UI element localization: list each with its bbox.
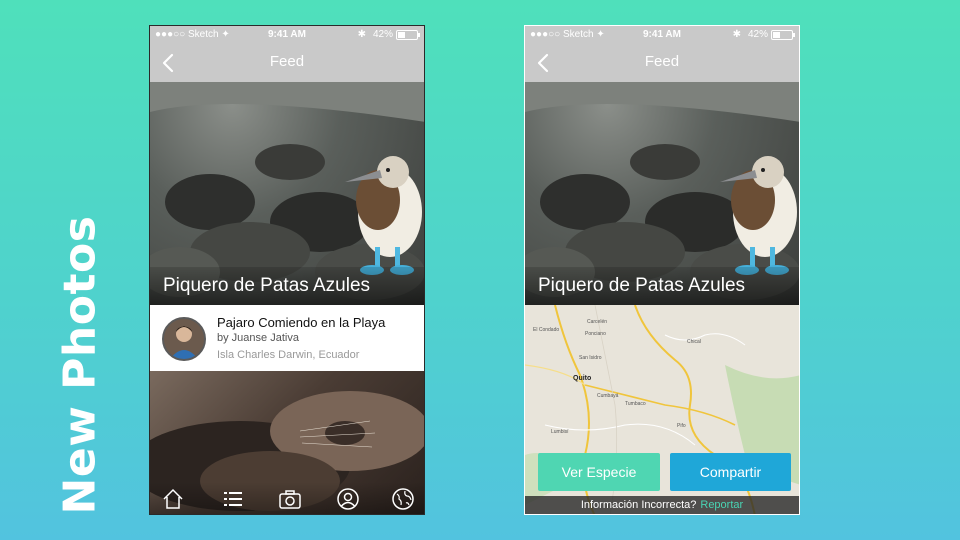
- map-label: San Isidro: [579, 355, 602, 361]
- phone-feed: ●●●○○ Sketch ✦ 9:41 AM ✱ 42% Feed Piquer…: [149, 25, 425, 515]
- status-bar: ●●●○○ Sketch ✦ 9:41 AM ✱ 42%: [525, 29, 799, 43]
- map-label: Lumbisí: [551, 429, 569, 435]
- camera-icon[interactable]: [278, 487, 302, 511]
- home-icon[interactable]: [161, 487, 185, 511]
- hero-caption-bar: Piquero de Patas Azules: [150, 267, 424, 305]
- sea-lion-photo[interactable]: [150, 371, 424, 514]
- side-title: New Photos: [54, 215, 106, 515]
- bluetooth-icon: ✱: [732, 29, 741, 40]
- profile-icon[interactable]: [336, 487, 360, 511]
- hero-photo[interactable]: Piquero de Patas Azules: [525, 82, 799, 305]
- list-icon[interactable]: [221, 487, 245, 511]
- map-label: Cumbayá: [597, 393, 619, 399]
- map-label: Carcelén: [587, 319, 608, 325]
- map-label: Ponciano: [585, 331, 606, 337]
- post-location: Isla Charles Darwin, Ecuador: [217, 349, 360, 361]
- battery-status: ✱ 42%: [732, 29, 795, 40]
- species-title: Piquero de Patas Azules: [538, 275, 746, 296]
- map-label: Tumbaco: [625, 401, 646, 407]
- globe-icon[interactable]: [391, 487, 415, 511]
- map-label: Chical: [687, 339, 701, 345]
- report-question: Información Incorrecta?: [580, 499, 697, 511]
- map-label: Pifo: [677, 423, 686, 429]
- battery-icon: [771, 29, 795, 40]
- nav-title: Feed: [269, 53, 305, 70]
- ver-especie-button[interactable]: Ver Especie: [538, 453, 660, 491]
- post-title: Pajaro Comiendo en la Playa: [217, 315, 386, 330]
- status-bar: ●●●○○ Sketch ✦ 9:41 AM ✱ 42%: [150, 29, 424, 43]
- nav-bar: ●●●○○ Sketch ✦ 9:41 AM ✱ 42% Feed: [525, 26, 799, 82]
- map-city-label: Quito: [573, 375, 592, 382]
- share-button[interactable]: Compartir: [670, 453, 791, 491]
- avatar[interactable]: [162, 317, 206, 361]
- nav-title: Feed: [644, 53, 680, 70]
- battery-icon: [396, 29, 420, 40]
- hero-caption-bar: Piquero de Patas Azules: [525, 267, 799, 305]
- hero-photo[interactable]: Piquero de Patas Azules: [150, 82, 424, 305]
- map-label: El Condado: [533, 327, 560, 333]
- bluetooth-icon: ✱: [357, 29, 366, 40]
- battery-percent: 42%: [747, 29, 768, 40]
- report-bar: Información Incorrecta? Reportar: [525, 496, 799, 514]
- tab-bar: [150, 482, 424, 514]
- post-card[interactable]: Pajaro Comiendo en la Playa by Juanse Ja…: [150, 305, 424, 371]
- report-link[interactable]: Reportar: [700, 499, 743, 511]
- phone-species-detail: ●●●○○ Sketch ✦ 9:41 AM ✱ 42% Feed Piquer…: [524, 25, 800, 515]
- nav-bar: ●●●○○ Sketch ✦ 9:41 AM ✱ 42% Feed: [150, 26, 424, 82]
- battery-percent: 42%: [372, 29, 393, 40]
- species-title: Piquero de Patas Azules: [163, 275, 371, 296]
- post-author[interactable]: by Juanse Jativa: [217, 332, 299, 344]
- battery-status: ✱ 42%: [357, 29, 420, 40]
